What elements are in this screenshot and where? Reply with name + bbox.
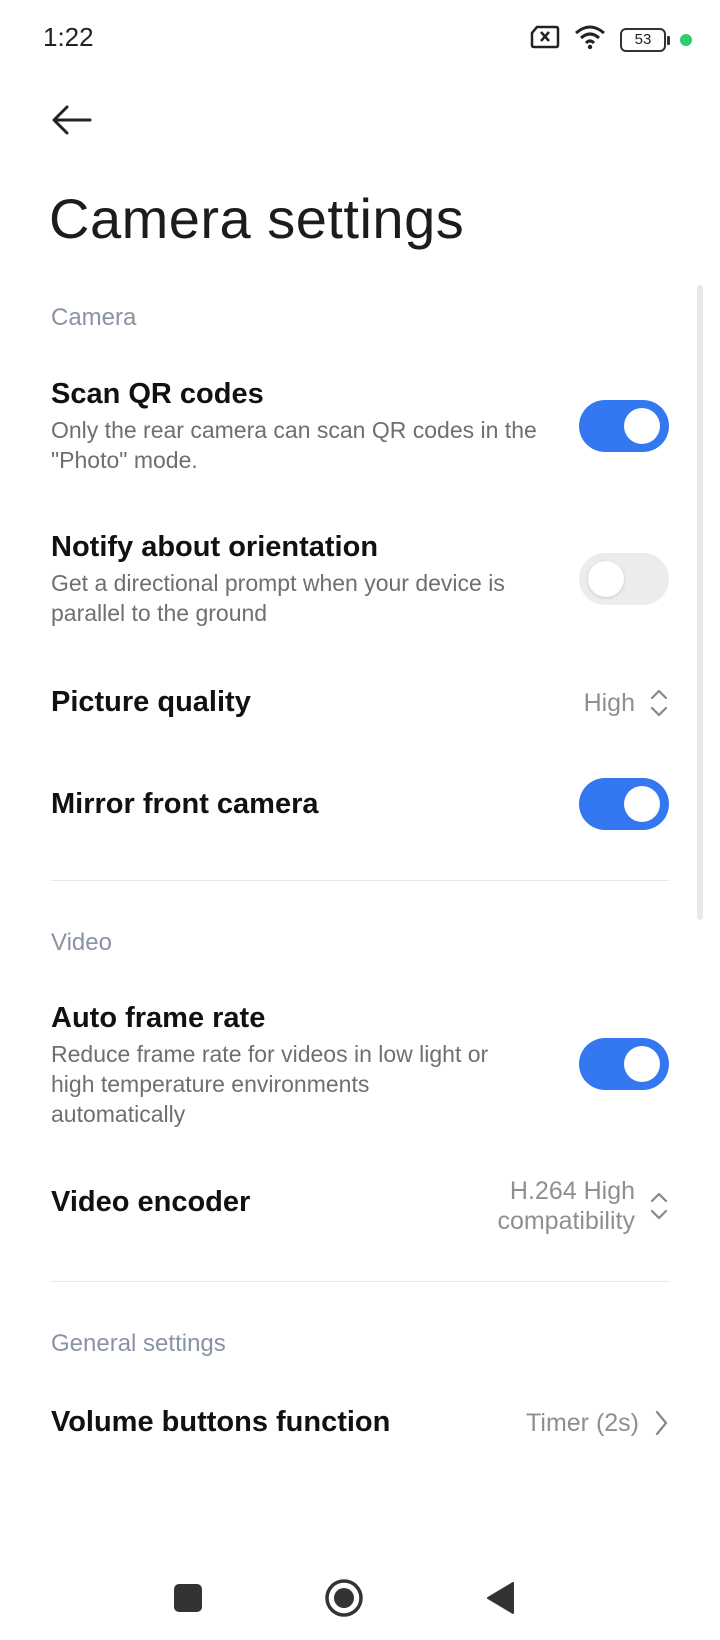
navigation-bar <box>0 1548 720 1640</box>
video-encoder-value-line1: H.264 High <box>509 1177 635 1205</box>
mirror-front-camera-toggle[interactable] <box>579 778 669 830</box>
setting-title: Notify about orientation <box>51 531 379 563</box>
section-header-general: General settings <box>51 1330 226 1357</box>
setting-description: Reduce frame rate for videos in low ligh… <box>51 1041 489 1127</box>
back-triangle-icon <box>487 1582 514 1614</box>
back-nav-button[interactable] <box>476 1574 524 1622</box>
notify-orientation-toggle[interactable] <box>579 553 669 605</box>
setting-title: Auto frame rate <box>51 1002 266 1034</box>
setting-picture-quality[interactable]: Picture quality High <box>51 686 669 726</box>
chevron-up-down-icon <box>650 689 668 717</box>
section-header-video: Video <box>51 929 112 956</box>
scrollbar[interactable] <box>697 285 703 920</box>
charging-dot-icon <box>680 33 692 46</box>
video-encoder-value-line2: compatibility <box>497 1207 635 1235</box>
status-time: 1:22 <box>43 22 94 52</box>
setting-auto-frame-rate[interactable]: Auto frame rate Reduce frame rate for vi… <box>51 1002 669 1132</box>
chevron-up-down-icon <box>650 1192 668 1220</box>
toggle-knob <box>588 561 624 597</box>
home-circle-icon <box>325 1579 363 1617</box>
setting-description: Only the rear camera can scan QR codes i… <box>51 417 537 473</box>
setting-volume-buttons-function[interactable]: Volume buttons function Timer (2s) <box>51 1406 669 1446</box>
section-divider <box>51 1281 669 1282</box>
status-icons: 53 <box>530 24 692 55</box>
arrow-left-icon <box>52 105 92 135</box>
toggle-knob <box>624 1046 660 1082</box>
chevron-right-icon <box>655 1410 668 1436</box>
setting-video-encoder[interactable]: Video encoder H.264 High compatibility <box>51 1176 669 1236</box>
video-encoder-value: H.264 High compatibility <box>497 1176 635 1236</box>
section-header-camera: Camera <box>51 304 137 331</box>
volume-buttons-value: Timer (2s) <box>526 1409 639 1437</box>
setting-description: Get a directional prompt when your devic… <box>51 570 505 626</box>
home-button[interactable] <box>320 1574 368 1622</box>
setting-mirror-front-camera[interactable]: Mirror front camera <box>51 778 669 830</box>
sim-off-icon <box>530 25 560 54</box>
video-encoder-selector[interactable]: H.264 High compatibility <box>497 1176 669 1236</box>
toggle-knob <box>624 408 660 444</box>
page-title: Camera settings <box>49 187 465 250</box>
setting-title: Scan QR codes <box>51 378 264 410</box>
battery-icon: 53 <box>620 27 670 52</box>
picture-quality-selector[interactable]: High <box>584 688 669 718</box>
scan-qr-toggle[interactable] <box>579 400 669 452</box>
back-button[interactable] <box>46 96 98 144</box>
auto-frame-rate-toggle[interactable] <box>579 1038 669 1090</box>
status-bar: 1:22 53 <box>0 0 720 80</box>
wifi-icon <box>574 24 606 55</box>
setting-title: Picture quality <box>51 686 251 718</box>
picture-quality-value: High <box>583 689 635 717</box>
recents-button[interactable] <box>164 1574 212 1622</box>
toggle-knob <box>624 786 660 822</box>
volume-buttons-selector[interactable]: Timer (2s) <box>526 1408 669 1438</box>
setting-title: Mirror front camera <box>51 788 319 820</box>
setting-scan-qr[interactable]: Scan QR codes Only the rear camera can s… <box>51 378 669 478</box>
recents-square-icon <box>174 1584 202 1612</box>
setting-notify-orientation[interactable]: Notify about orientation Get a direction… <box>51 531 669 631</box>
section-divider <box>51 880 669 881</box>
